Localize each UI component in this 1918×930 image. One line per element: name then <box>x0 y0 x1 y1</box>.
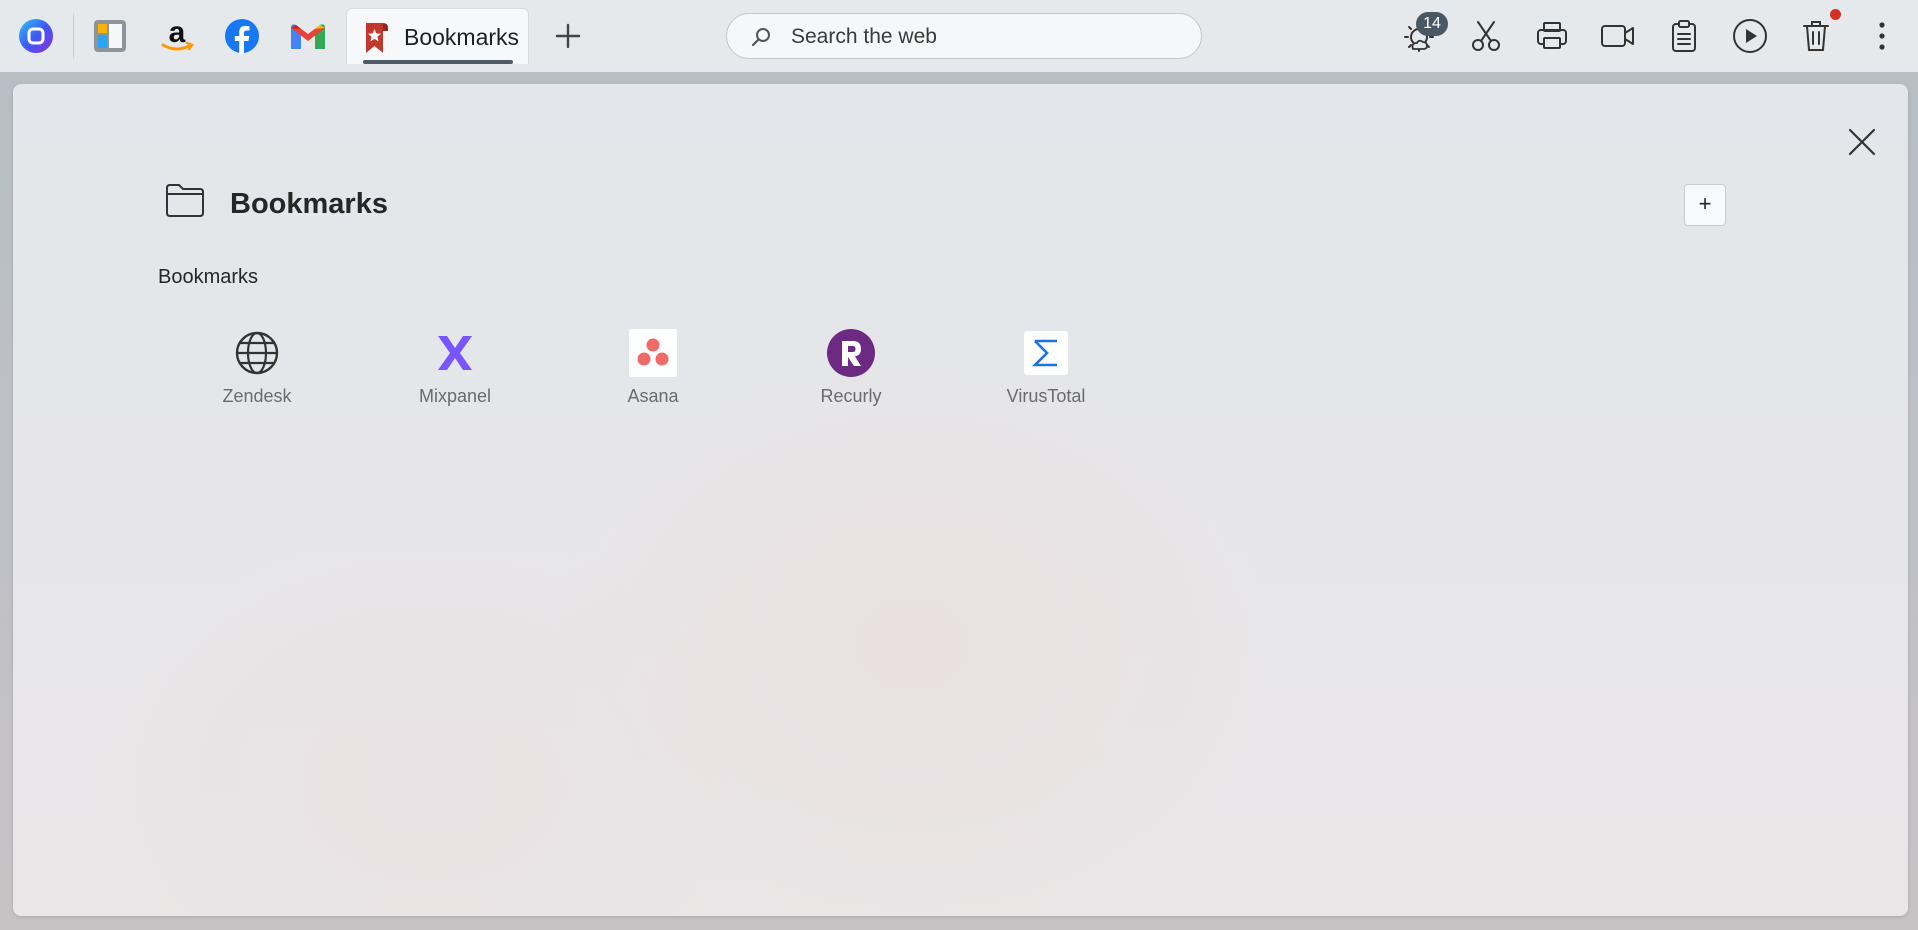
section-label: Bookmarks <box>158 266 259 288</box>
print-icon[interactable] <box>1532 16 1572 56</box>
clipboard-icon[interactable] <box>1664 16 1704 56</box>
bookmark-mixpanel[interactable]: Mixpanel <box>395 329 515 419</box>
tab-title: Bookmarks <box>404 24 520 50</box>
close-icon <box>1848 128 1876 156</box>
bookmark-virustotal[interactable]: VirusTotal <box>986 329 1106 419</box>
bookmarks-panel: Bookmarks + Bookmarks Zendesk Mixpanel A… <box>13 84 1908 916</box>
amazon-icon[interactable]: a <box>157 16 197 56</box>
page-title: Bookmarks <box>230 188 388 220</box>
video-camera-icon[interactable] <box>1598 16 1638 56</box>
bookmark-asana[interactable]: Asana <box>593 329 713 419</box>
bookmark-label: VirusTotal <box>1006 386 1086 406</box>
search-box[interactable] <box>726 13 1202 59</box>
search-icon <box>749 25 773 54</box>
play-icon[interactable] <box>1730 16 1770 56</box>
facebook-icon[interactable] <box>222 16 262 56</box>
scissors-icon[interactable] <box>1466 16 1506 56</box>
globe-icon <box>233 329 281 377</box>
weather-badge: 14 <box>1416 12 1448 36</box>
trash-icon[interactable] <box>1796 16 1836 56</box>
browser-logo-icon[interactable] <box>16 16 56 56</box>
more-menu-icon[interactable] <box>1862 16 1902 56</box>
toolbar-separator <box>73 14 74 58</box>
bookmark-zendesk[interactable]: Zendesk <box>197 329 317 419</box>
close-button[interactable] <box>1840 120 1884 164</box>
new-tab-plus-icon[interactable] <box>548 16 588 56</box>
tab-bookmarks[interactable]: Bookmarks <box>346 8 529 64</box>
bookmark-label: Asana <box>627 386 679 406</box>
notification-dot <box>1830 9 1841 20</box>
bookmark-recurly[interactable]: Recurly <box>791 329 911 419</box>
collections-icon[interactable] <box>90 16 130 56</box>
search-input[interactable] <box>789 20 1183 54</box>
svg-text:a: a <box>169 17 186 49</box>
virustotal-icon <box>1022 329 1070 377</box>
asana-icon <box>629 329 677 377</box>
bookmarks-tab-icon <box>361 19 393 60</box>
mixpanel-icon <box>431 329 479 377</box>
recurly-icon <box>827 329 875 377</box>
browser-toolbar: a Bookmarks Search the web 14 <box>0 0 1918 72</box>
bookmark-label: Mixpanel <box>418 386 492 406</box>
add-bookmark-button[interactable]: + <box>1684 184 1726 226</box>
bookmark-label: Zendesk <box>222 386 292 406</box>
active-tab-indicator <box>363 60 513 64</box>
folder-icon <box>165 182 205 223</box>
gmail-icon[interactable] <box>288 16 328 56</box>
bookmark-label: Recurly <box>820 386 882 406</box>
